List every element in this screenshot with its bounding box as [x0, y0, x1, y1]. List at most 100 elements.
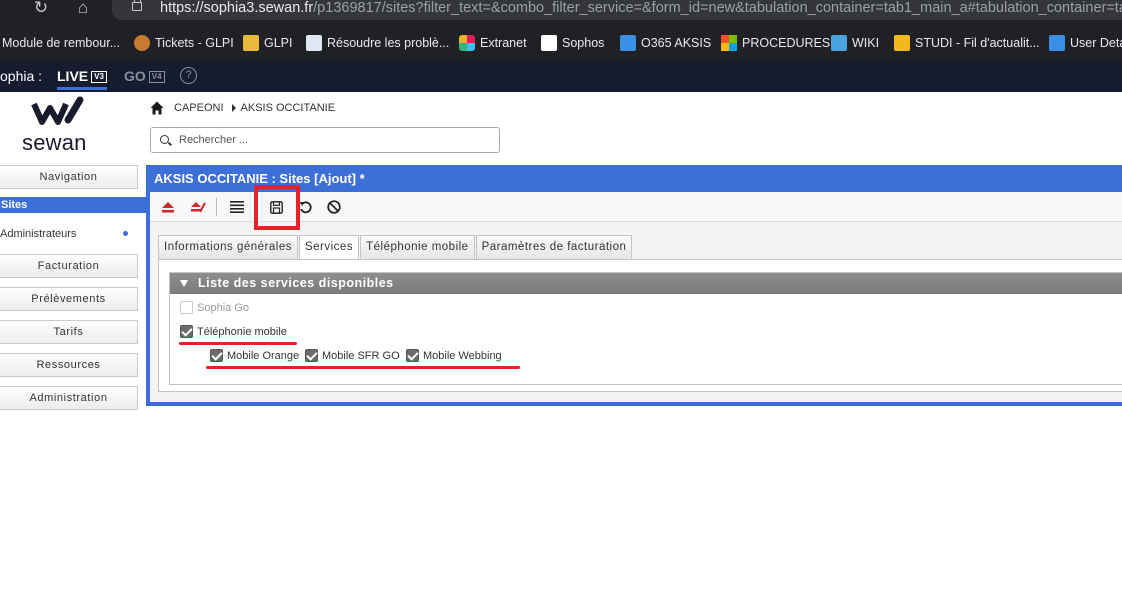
lock-icon	[132, 0, 142, 11]
breadcrumb-separator-icon	[231, 104, 236, 112]
list-icon[interactable]	[229, 199, 245, 215]
bookmark-user-details[interactable]: User Deta	[1049, 34, 1122, 52]
service-label: Téléphonie mobile	[197, 325, 287, 338]
sidebar-item-administration[interactable]: Administration	[0, 386, 138, 410]
bookmark-label: Résoudre les problè...	[327, 36, 450, 50]
wiki-icon	[831, 35, 847, 51]
bookmark-tickets-glpi[interactable]: Tickets - GLPI	[134, 34, 234, 52]
azure-icon	[1049, 35, 1065, 51]
bookmark-label: GLPI	[264, 36, 293, 50]
bookmark-studi[interactable]: STUDI - Fil d'actualit...	[894, 34, 1040, 52]
cancel-icon[interactable]	[326, 199, 342, 215]
service-telephonie-mobile[interactable]: Téléphonie mobile	[180, 325, 287, 338]
sophos-icon	[541, 35, 557, 51]
tab-services[interactable]: Services	[298, 235, 360, 260]
service-label: Sophia Go	[197, 301, 249, 314]
bookmarks-bar: Module de rembour... Tickets - GLPI GLPI…	[0, 26, 1122, 60]
glpi-icon	[134, 35, 150, 51]
bookmark-label: PROCEDURES	[742, 36, 831, 50]
home-icon[interactable]	[150, 101, 164, 115]
fieldset-header[interactable]: Liste des services disponibles	[170, 273, 1122, 294]
breadcrumb-item-aksis[interactable]: AKSIS OCCITANIE	[241, 102, 336, 114]
tab-parametres-facturation[interactable]: Paramètres de facturation	[475, 235, 633, 259]
checkbox-sophia-go[interactable]	[180, 301, 193, 314]
help-icon[interactable]: ?	[180, 67, 197, 84]
logo-text: sewan	[22, 130, 87, 155]
live-switch[interactable]: LIVE V3	[57, 68, 107, 90]
reload-icon[interactable]: ↻	[30, 0, 52, 18]
save-highlight-annotation	[254, 185, 300, 230]
bookmark-label: WIKI	[852, 36, 880, 50]
fieldset-title: Liste des services disponibles	[198, 276, 394, 290]
live-label: LIVE	[57, 68, 89, 84]
folder-icon	[243, 35, 259, 51]
subservice-label: Mobile Webbing	[423, 349, 502, 362]
bookmark-label: Sophos	[562, 36, 605, 50]
logo[interactable]: sewan	[0, 92, 140, 162]
sidebar-item-navigation[interactable]: Navigation	[0, 165, 138, 189]
live-version-badge: V3	[91, 71, 107, 83]
url-path: /p1369817/sites?filter_text=&combo_filte…	[313, 0, 1122, 16]
sewan-logo-icon	[31, 96, 84, 125]
go-version-badge: V4	[148, 71, 165, 83]
sidebar-sub-label: Administrateurs	[0, 228, 77, 240]
bookmark-label: O365 AKSIS	[641, 36, 712, 50]
go-switch[interactable]: GO V4	[124, 68, 165, 84]
microsoft-icon	[721, 35, 737, 51]
bookmark-module-remboursement[interactable]: Module de rembour...	[2, 34, 120, 52]
sidebar-item-sites[interactable]: Sites	[0, 197, 146, 213]
bookmark-label: Tickets - GLPI	[155, 36, 234, 50]
tab-bar: Informations générales Services Téléphon…	[158, 235, 633, 260]
search-box	[150, 127, 500, 153]
bookmark-procedures[interactable]: PROCEDURES	[721, 34, 830, 52]
bookmark-sophos[interactable]: Sophos	[541, 34, 604, 52]
sidebar-item-administrateurs[interactable]: Administrateurs	[0, 226, 138, 242]
services-fieldset: Liste des services disponibles Sophia Go…	[169, 272, 1122, 385]
subservice-mobile-sfr-go[interactable]: Mobile SFR GO	[305, 349, 400, 362]
studi-icon	[894, 35, 910, 51]
bookmark-label: User Deta	[1070, 36, 1122, 50]
sidebar-item-tarifs[interactable]: Tarifs	[0, 320, 138, 344]
tab-informations-generales[interactable]: Informations générales	[158, 235, 298, 259]
bookmark-wiki[interactable]: WIKI	[831, 34, 879, 52]
indicator-dot-icon	[123, 231, 128, 236]
eject-icon[interactable]	[160, 199, 176, 215]
home-button-icon[interactable]: ⌂	[72, 0, 94, 18]
subservice-mobile-webbing[interactable]: Mobile Webbing	[406, 349, 502, 362]
bookmark-glpi[interactable]: GLPI	[243, 34, 293, 52]
app-header: ophia : LIVE V3 GO V4 ?	[0, 60, 1122, 92]
eject-edit-icon[interactable]	[190, 199, 206, 215]
breadcrumb: CAPEONI AKSIS OCCITANIE	[150, 100, 335, 116]
slack-icon	[459, 35, 475, 51]
annotation-underline	[179, 342, 297, 345]
azure-icon	[620, 35, 636, 51]
subservice-mobile-orange[interactable]: Mobile Orange	[210, 349, 299, 362]
breadcrumb-item-capeoni[interactable]: CAPEONI	[174, 102, 224, 114]
tab-telephonie-mobile[interactable]: Téléphonie mobile	[360, 235, 475, 259]
bookmark-resoudre[interactable]: Résoudre les problè...	[306, 34, 449, 52]
bookmark-label: Module de rembour...	[2, 36, 121, 50]
checkbox-telephonie-mobile[interactable]	[180, 325, 193, 338]
bookmark-extranet[interactable]: Extranet	[459, 34, 527, 52]
bookmark-o365[interactable]: O365 AKSIS	[620, 34, 711, 52]
checkbox-mobile-webbing[interactable]	[406, 349, 419, 362]
doc-icon	[306, 35, 322, 51]
toolbar	[150, 185, 1122, 230]
bookmark-label: Extranet	[480, 36, 527, 50]
checkbox-mobile-sfr-go[interactable]	[305, 349, 318, 362]
bookmark-label: STUDI - Fil d'actualit...	[915, 36, 1040, 50]
subservice-label: Mobile Orange	[227, 349, 300, 362]
search-input[interactable]	[179, 132, 489, 148]
sidebar-item-facturation[interactable]: Facturation	[0, 254, 138, 278]
sidebar-item-ressources[interactable]: Ressources	[0, 353, 138, 377]
sidebar-item-prelevements[interactable]: Prélèvements	[0, 287, 138, 311]
service-sophia-go[interactable]: Sophia Go	[180, 301, 249, 314]
checkbox-mobile-orange[interactable]	[210, 349, 223, 362]
go-label: GO	[124, 68, 146, 84]
tab-content: Liste des services disponibles Sophia Go…	[158, 259, 1122, 392]
main-panel: AKSIS OCCITANIE : Sites [Ajout] * Inform…	[146, 165, 1122, 406]
address-bar[interactable]: https://sophia3.sewan.fr/p1369817/sites?…	[112, 0, 1122, 20]
app-brand: ophia :	[0, 68, 43, 84]
annotation-underline	[206, 366, 520, 369]
subservice-label: Mobile SFR GO	[322, 349, 400, 362]
